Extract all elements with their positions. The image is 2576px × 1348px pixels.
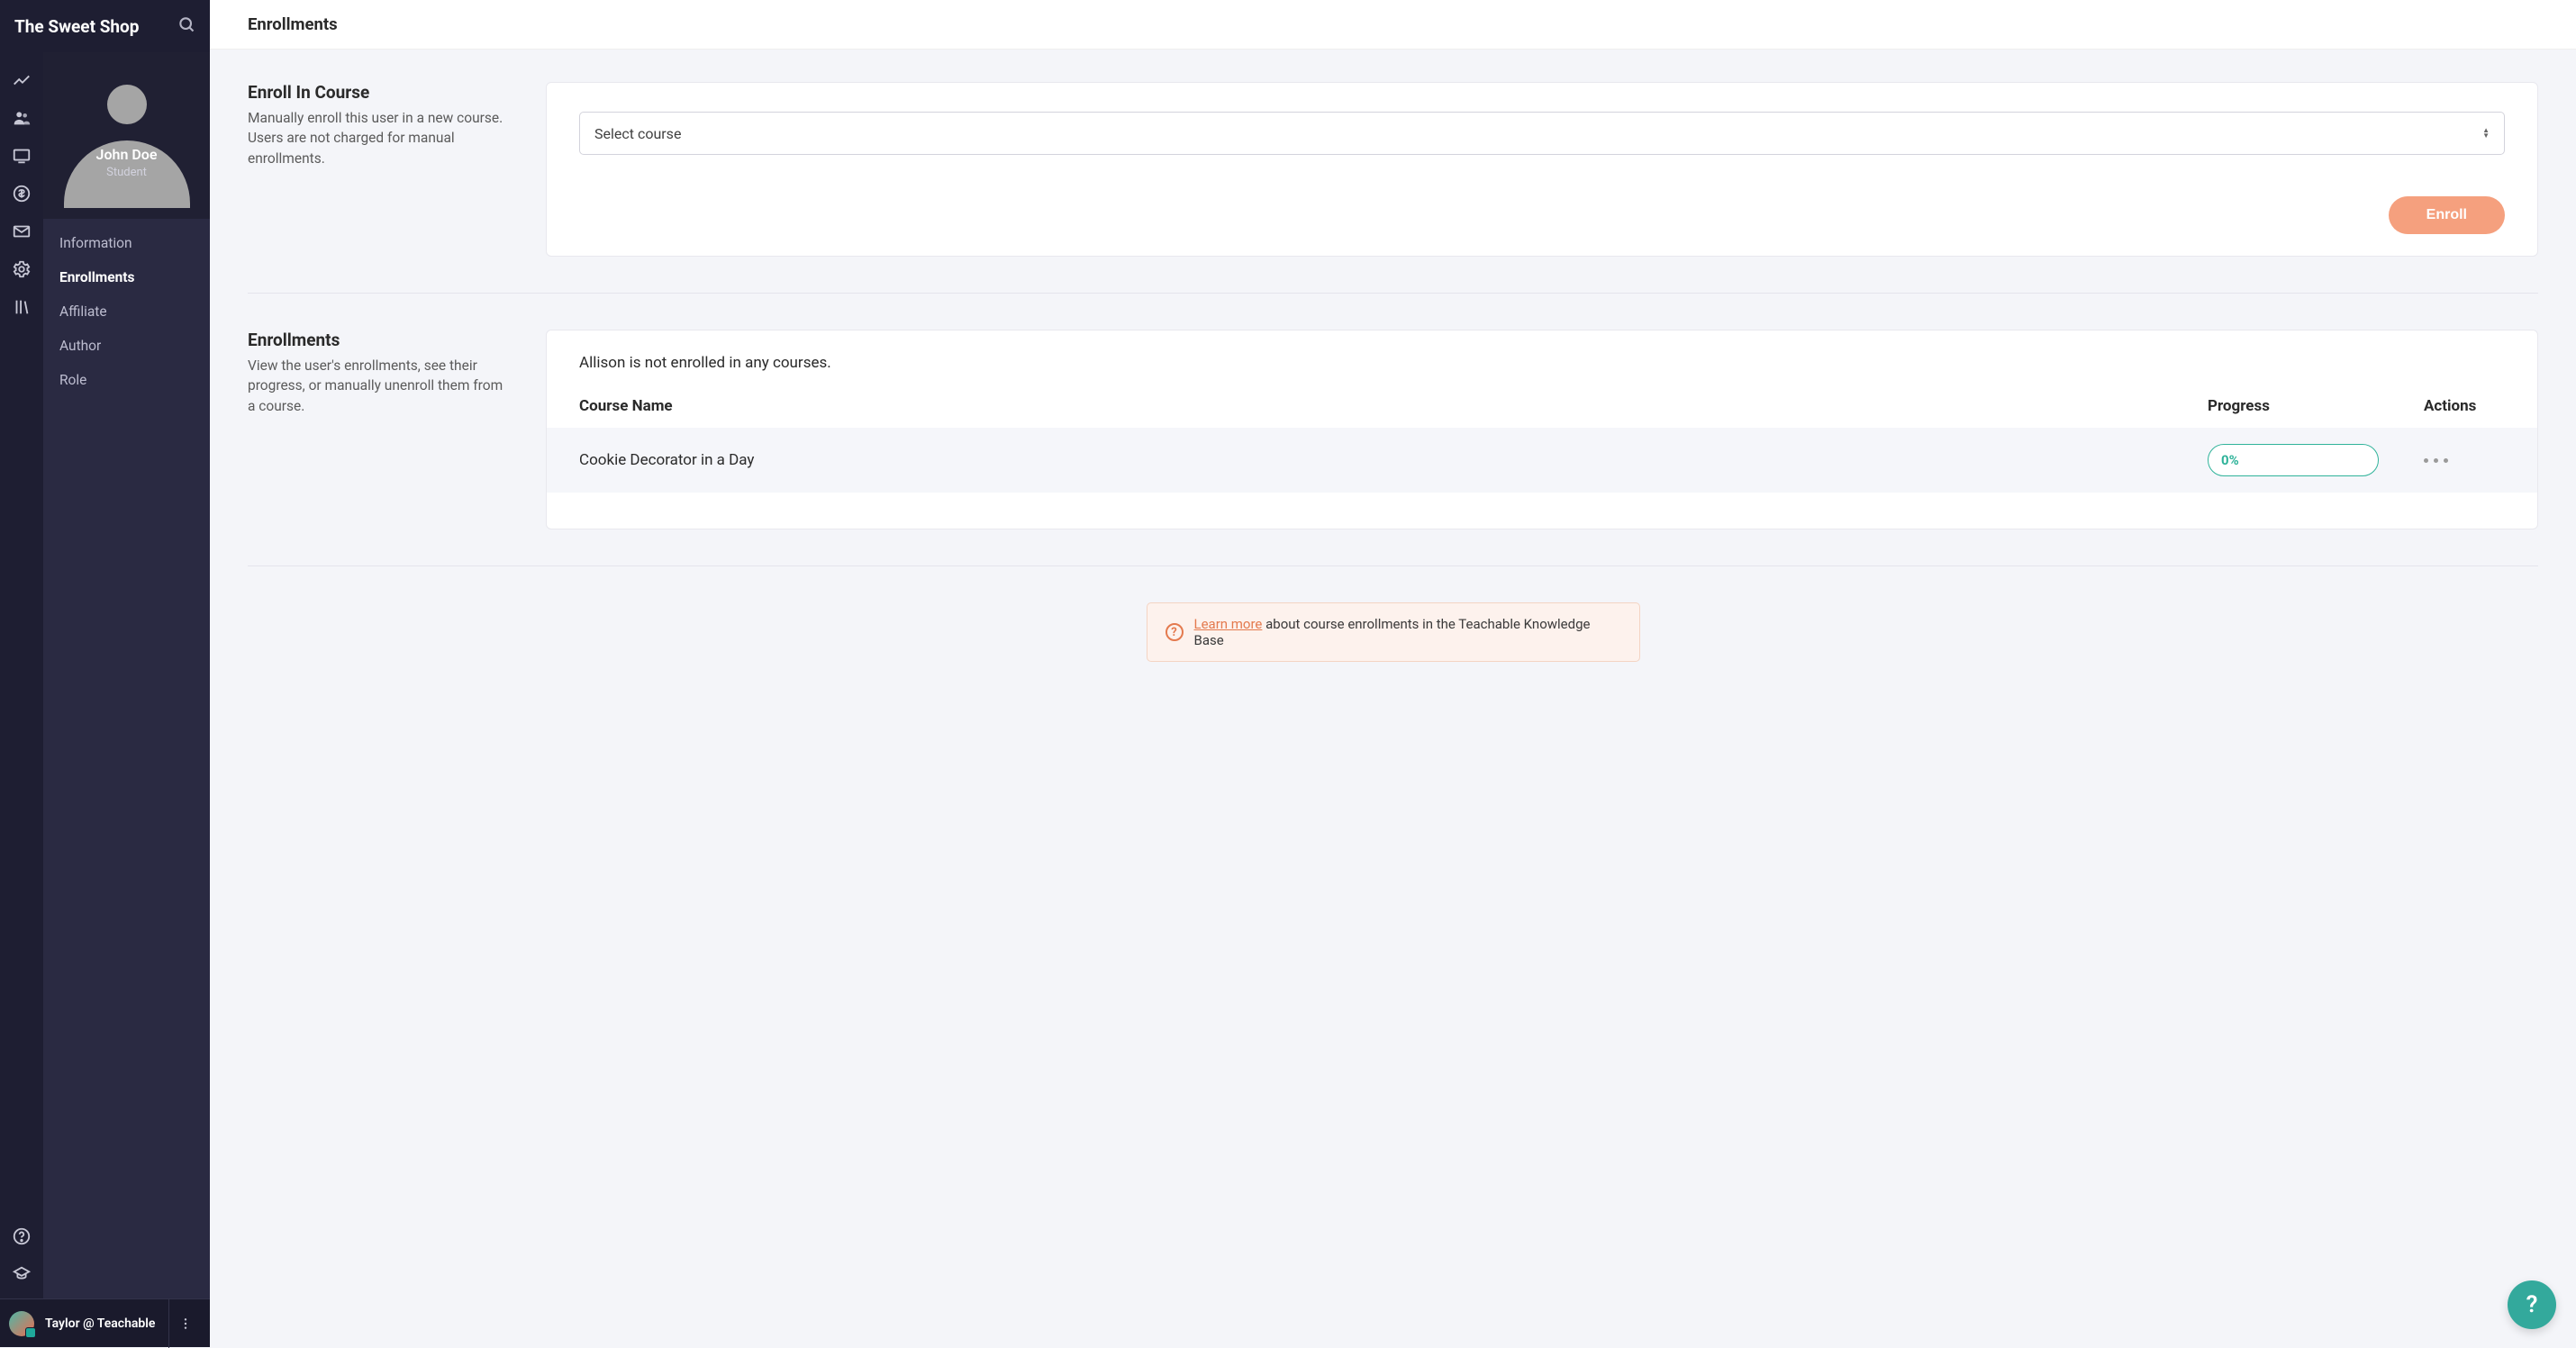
progress-value: 0% [2221,452,2239,468]
col-course-name: Course Name [579,397,2208,415]
nav-users-icon[interactable] [0,99,43,137]
user-name: John Doe [96,146,158,163]
avatar-placeholder [43,68,210,208]
enrollments-list-section: Enrollments View the user's enrollments,… [248,330,2538,529]
dots-icon [2444,458,2448,463]
page-title: Enrollments [248,14,2538,34]
nav-sales-icon[interactable] [0,175,43,213]
footer-user-name: Taylor @ Teachable [45,1316,168,1331]
section-divider [248,293,2538,294]
nav-settings-icon[interactable] [0,250,43,288]
user-role: Student [106,166,147,179]
help-question-icon: ? [1166,623,1184,641]
nav-email-icon[interactable] [0,213,43,250]
nav-site-icon[interactable] [0,137,43,175]
teachable-badge-icon [25,1327,36,1338]
nav-analytics-icon[interactable] [0,61,43,99]
help-learn-more-link[interactable]: Learn more [1194,616,1263,632]
main-area: Enrollments Enroll In Course Manually en… [210,0,2576,1347]
main-content: Enroll In Course Manually enroll this us… [210,50,2576,694]
course-select[interactable]: Select course ▲▼ [579,112,2505,155]
nav-school-icon[interactable] [0,1255,43,1293]
enroll-desc: Manually enroll this user in a new cours… [248,108,513,168]
progress-badge: 0% [2208,444,2379,476]
footer-menu-icon[interactable] [168,1299,201,1348]
sidebar-item-affiliate[interactable]: Affiliate [43,294,210,329]
col-actions: Actions [2424,397,2505,415]
course-select-placeholder: Select course [594,125,681,142]
row-actions-menu[interactable] [2424,458,2505,463]
footer-bar: Taylor @ Teachable [0,1298,210,1347]
nav-help-icon[interactable] [0,1217,43,1255]
section-divider [248,565,2538,566]
floating-help-button[interactable]: ? [2508,1280,2556,1329]
sidebar-item-information[interactable]: Information [43,226,210,260]
search-icon[interactable] [177,15,195,37]
sidebar-header: The Sweet Shop [0,0,210,52]
help-banner: ? Learn more about course enrollments in… [1147,602,1640,662]
dots-icon [2434,458,2438,463]
enroll-card: Select course ▲▼ Enroll [546,82,2538,257]
select-arrows-icon: ▲▼ [2482,128,2490,139]
sidebar-nav: Information Enrollments Affiliate Author… [43,219,210,404]
col-progress: Progress [2208,397,2424,415]
course-name-cell[interactable]: Cookie Decorator in a Day [579,451,2208,469]
sidebar-item-enrollments[interactable]: Enrollments [43,260,210,294]
enrollments-table: Course Name Progress Actions Cookie Deco… [547,388,2537,493]
enroll-button[interactable]: Enroll [2389,196,2505,234]
enrollments-heading: Enrollments [248,330,513,350]
enrollments-desc: View the user's enrollments, see their p… [248,356,513,416]
table-row: Cookie Decorator in a Day 0% [547,428,2537,493]
enroll-section: Enroll In Course Manually enroll this us… [248,82,2538,257]
enroll-heading: Enroll In Course [248,82,513,103]
footer-avatar[interactable] [9,1311,34,1336]
dots-icon [2424,458,2428,463]
icon-rail [0,0,43,1347]
nav-library-icon[interactable] [0,288,43,326]
main-header: Enrollments [210,0,2576,50]
empty-state-text: Allison is not enrolled in any courses. [547,330,2537,388]
table-header: Course Name Progress Actions [547,388,2537,428]
sidebar-item-role[interactable]: Role [43,363,210,397]
enrollments-card: Allison is not enrolled in any courses. … [546,330,2538,529]
user-card: John Doe Student [43,52,210,219]
sidebar: The Sweet Shop John Doe Student Informat… [43,0,210,1347]
app-title: The Sweet Shop [14,16,139,37]
sidebar-item-author[interactable]: Author [43,329,210,363]
